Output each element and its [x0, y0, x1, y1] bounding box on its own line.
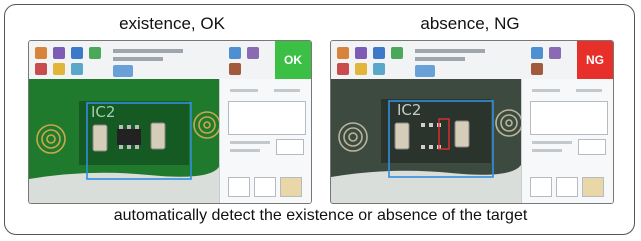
camera-icon[interactable]	[355, 47, 367, 59]
title-bar-subtext	[415, 57, 465, 61]
chip-silkscreen: IC2	[397, 101, 421, 119]
program-icon[interactable]	[113, 65, 133, 77]
panel-title-ng: absence, NG	[420, 14, 520, 33]
run-icon[interactable]	[391, 47, 403, 59]
screenshot-ng: NG IC2	[330, 40, 614, 204]
title-bar-text	[113, 49, 183, 53]
panel-button-2[interactable]	[556, 177, 578, 197]
settings-icon[interactable]	[373, 47, 385, 59]
chip-silkscreen: IC2	[91, 103, 115, 121]
save-icon[interactable]	[229, 47, 241, 59]
status-badge-ok: OK	[275, 41, 311, 79]
exit-icon[interactable]	[229, 63, 241, 75]
panel-button-2[interactable]	[254, 177, 276, 197]
image-icon[interactable]	[71, 63, 83, 75]
target-component	[117, 125, 141, 149]
panel-button-3[interactable]	[582, 177, 604, 197]
settings-panel	[219, 79, 311, 203]
value-field[interactable]	[276, 139, 304, 155]
settings-icon[interactable]	[71, 47, 83, 59]
resistor-right	[454, 120, 470, 148]
image-icon[interactable]	[373, 63, 385, 75]
title-bar-text	[415, 49, 485, 53]
file-icon[interactable]	[35, 47, 47, 59]
program-icon[interactable]	[415, 65, 435, 77]
resistor-left	[394, 122, 410, 150]
save-icon[interactable]	[531, 47, 543, 59]
pcb-image-ok: IC2	[29, 79, 219, 203]
panel-title-ok: existence, OK	[119, 14, 225, 33]
ic-body	[117, 129, 141, 145]
panel-button-1[interactable]	[530, 177, 552, 197]
status-badge-ng: NG	[577, 41, 613, 79]
run-icon[interactable]	[89, 47, 101, 59]
panel-button-1[interactable]	[228, 177, 250, 197]
settings-panel	[521, 79, 613, 203]
title-bar-subtext	[113, 57, 163, 61]
app-toolbar	[331, 41, 613, 80]
resistor-left	[92, 124, 108, 152]
file-icon[interactable]	[337, 47, 349, 59]
value-field[interactable]	[578, 139, 606, 155]
screenshot-ok: OK IC2	[28, 40, 312, 204]
camera-icon[interactable]	[53, 47, 65, 59]
app-toolbar	[29, 41, 311, 80]
stop-icon[interactable]	[35, 63, 47, 75]
open-icon[interactable]	[549, 47, 561, 59]
stop-icon[interactable]	[337, 63, 349, 75]
parameter-box[interactable]	[228, 101, 306, 135]
pcb-image-ng: IC2	[331, 79, 521, 203]
figure-caption: automatically detect the existence or ab…	[113, 207, 528, 224]
open-icon[interactable]	[247, 47, 259, 59]
parameter-box[interactable]	[530, 101, 608, 135]
exit-icon[interactable]	[531, 63, 543, 75]
panel-button-3[interactable]	[280, 177, 302, 197]
tool-icon[interactable]	[53, 63, 65, 75]
resistor-right	[150, 122, 166, 150]
tool-icon[interactable]	[355, 63, 367, 75]
